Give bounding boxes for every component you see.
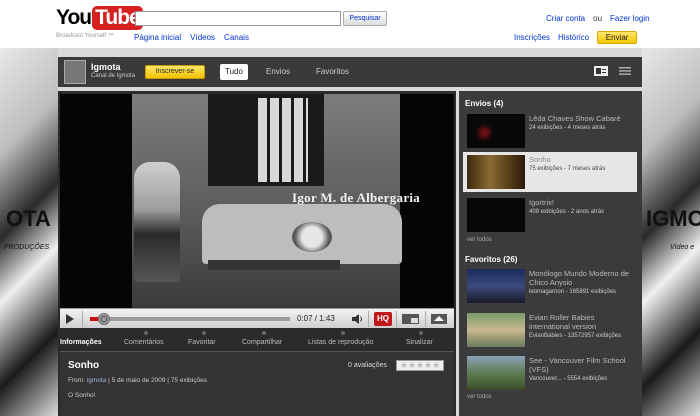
tab-comments[interactable]: Comentários [124,331,164,346]
create-account-link[interactable]: Criar conta [546,14,585,23]
progress-handle[interactable] [97,313,110,325]
tab-playlists[interactable]: Listas de reprodução [308,331,373,346]
view-count: 75 exibições [170,377,207,384]
uploader-link[interactable]: igmota [87,377,107,384]
grid-view-icon[interactable] [594,66,608,76]
tab-favorite[interactable]: Favoritar [188,331,216,346]
site-header: You Tube Broadcast Yourself ™ Pesquisar … [0,0,700,48]
upload-date: 5 de maio de 2009 [111,377,166,384]
upload-button[interactable]: Enviar [597,31,638,44]
video-player[interactable]: Igor M. de Albergaria [60,94,454,308]
rating-stars[interactable]: ★★★★★ [396,360,444,371]
background-sub-left: PRODUÇÕES [4,244,50,251]
tab-flag[interactable]: Sinalizar [406,331,433,346]
hq-button[interactable]: HQ [374,312,392,326]
time-display: 0:07 / 1:43 [297,314,335,323]
subscriptions-link[interactable]: Inscrições [514,33,550,42]
main-nav: Página inicial Vídeos Canais [134,33,249,42]
video-window-shape [208,94,324,186]
user-links: Inscrições Histórico Enviar [514,31,638,44]
popout-icon[interactable] [401,312,421,326]
video-table-shape [208,260,340,270]
tab-share[interactable]: Compartilhar [242,331,282,346]
logo-you: You [56,6,92,29]
background-art-right [642,48,700,416]
list-item[interactable]: Lêda Chaves Show Cabaré 24 exibições - 4… [463,111,637,151]
video-overlay-text: Igor M. de Albergaria [292,190,421,205]
background-art-left [0,48,58,416]
login-link[interactable]: Fazer login [610,14,650,23]
background-text-left: OTA [6,206,51,231]
list-item[interactable]: Igortrix! 409 exibições - 2 anos atrás [463,195,637,235]
video-title: Sonho [68,360,100,371]
video-thumbnail[interactable] [467,114,525,148]
channel-avatar[interactable] [64,60,86,84]
video-meta: From: igmota | 5 de maio de 2009 | 75 ex… [68,377,207,384]
tab-info[interactable]: Informações [60,339,102,346]
list-item[interactable]: Monólogo Mundo Moderno de Chico Anysio l… [463,266,637,306]
nav-home[interactable]: Página inicial [134,33,181,42]
favorites-title: Favoritos (26) [465,255,518,264]
search-input[interactable] [135,11,341,26]
list-item[interactable]: See - Vancouver Film School (VFS) Vancou… [463,353,637,393]
list-item[interactable]: Evian Roller Babies international versio… [463,310,637,350]
fullscreen-icon[interactable] [430,312,448,326]
channel-name[interactable]: Igmota [91,62,121,72]
channel-subtitle: Canal de Igmota [91,73,136,79]
volume-icon[interactable] [350,312,364,326]
tagline: Broadcast Yourself ™ [56,33,114,39]
tab-favorites[interactable]: Favoritos [316,64,349,80]
history-link[interactable]: Histórico [558,33,589,42]
search-button[interactable]: Pesquisar [343,11,387,26]
tab-all[interactable]: Tudo [220,64,248,80]
sidebar: Envios (4) Lêda Chaves Show Cabaré 24 ex… [459,91,642,416]
main-panel: Igor M. de Albergaria 0:07 / 1:43 HQ Inf… [58,91,456,416]
background-text-right: IGMO [646,206,700,231]
list-item[interactable]: Sonho 75 exibições - 7 meses atrás [463,152,637,192]
background-sub-right: Vídeo e [670,244,695,251]
channel-header: Igmota Canal de Igmota Inscrever-se Tudo… [58,57,642,87]
video-person-shape [134,162,180,282]
video-vase-shape [292,222,332,252]
video-thumbnail[interactable] [467,198,525,232]
play-icon[interactable] [66,314,74,324]
youtube-logo[interactable]: You Tube [56,6,143,30]
nav-videos[interactable]: Vídeos [190,33,215,42]
see-all-favorites-link[interactable]: ver todos [467,394,492,400]
info-tabs: Informações Comentários Favoritar Compar… [60,331,454,351]
subscribe-button[interactable]: Inscrever-se [145,65,205,79]
nav-channels[interactable]: Canais [224,33,249,42]
tab-uploads[interactable]: Envios [266,64,290,80]
ratings-count: 0 avaliações [348,362,387,369]
video-thumbnail[interactable] [467,269,525,303]
progress-track[interactable] [90,317,290,321]
player-controls: 0:07 / 1:43 HQ [60,308,454,328]
description-text: O Sonho! [68,392,96,399]
video-thumbnail[interactable] [467,155,525,189]
video-thumbnail[interactable] [467,313,525,347]
or-text: ou [593,14,603,23]
uploads-title: Envios (4) [465,99,504,108]
see-all-uploads-link[interactable]: ver todos [467,237,492,243]
account-links: Criar conta ou Fazer login [546,14,650,23]
list-view-icon[interactable] [618,66,632,76]
video-description: Sonho 0 avaliações ★★★★★ From: igmota | … [60,351,454,416]
video-thumbnail[interactable] [467,356,525,390]
